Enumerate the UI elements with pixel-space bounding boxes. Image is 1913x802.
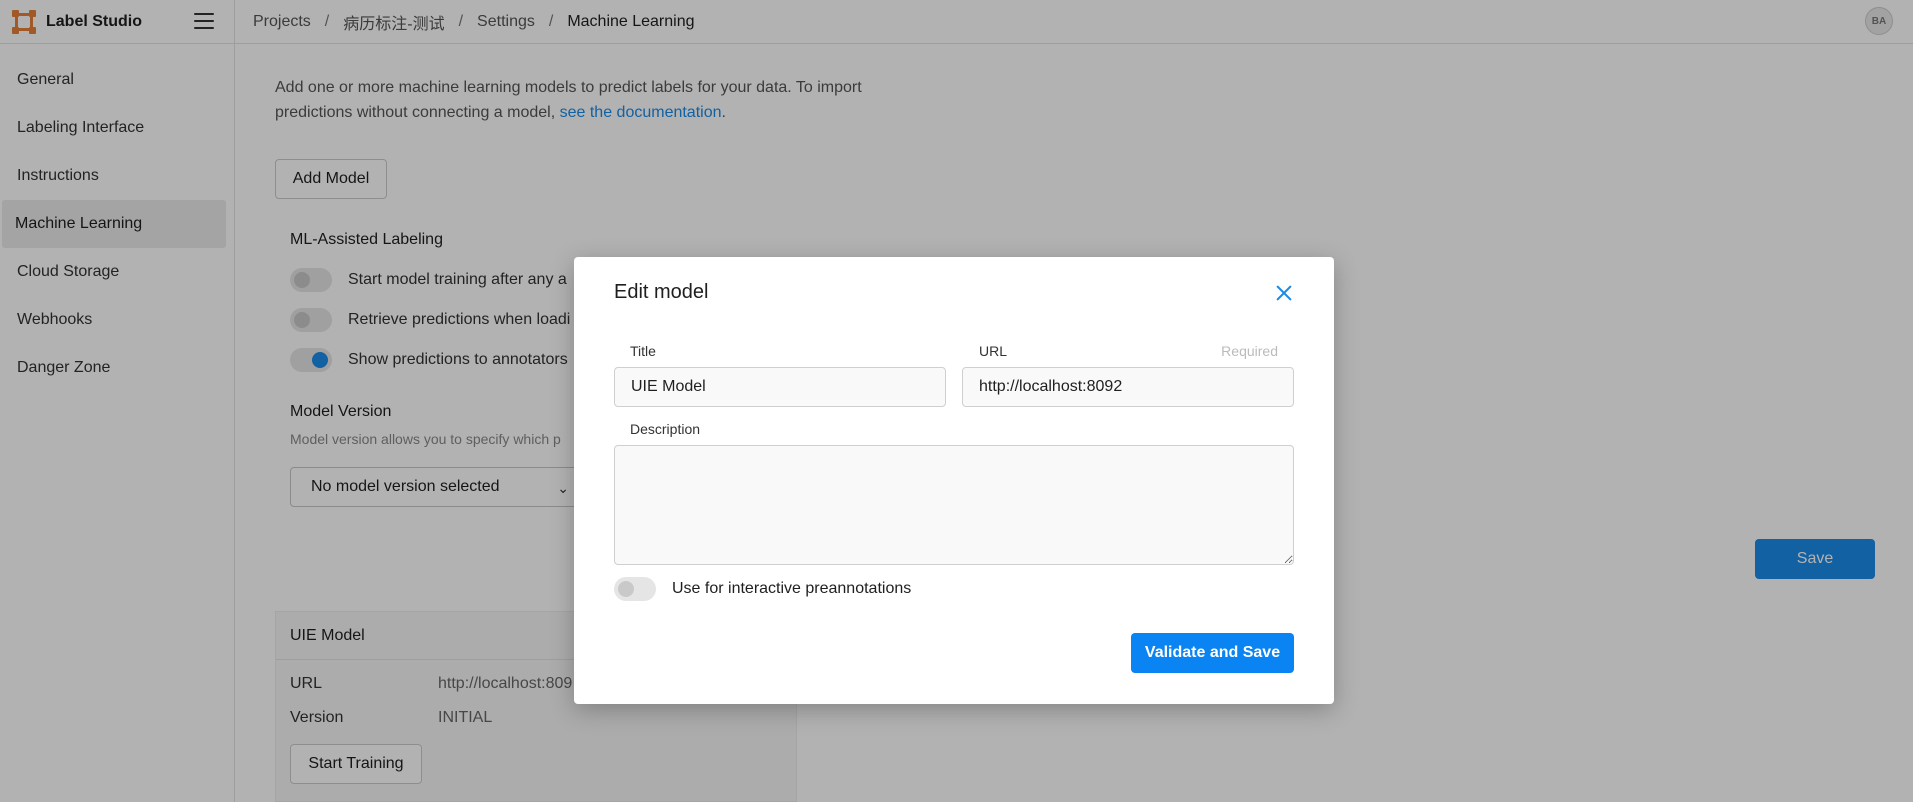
url-required-hint: Required — [1221, 343, 1278, 359]
interactive-preannotations-label: Use for interactive preannotations — [672, 580, 912, 597]
validate-and-save-button[interactable]: Validate and Save — [1131, 633, 1294, 673]
modal-title: Edit model — [614, 281, 709, 303]
close-icon[interactable] — [1272, 281, 1296, 305]
interactive-preannotations-row: Use for interactive preannotations — [614, 577, 911, 601]
title-input[interactable] — [614, 367, 946, 407]
description-field-label: Description — [630, 421, 701, 437]
description-textarea[interactable] — [614, 445, 1294, 565]
edit-model-modal: Edit model Title URL Required Descriptio… — [574, 257, 1334, 704]
url-field-label: URL — [979, 343, 1008, 359]
interactive-preannotations-toggle[interactable] — [614, 577, 656, 601]
url-input[interactable] — [962, 367, 1294, 407]
title-field-label: Title — [630, 343, 656, 359]
